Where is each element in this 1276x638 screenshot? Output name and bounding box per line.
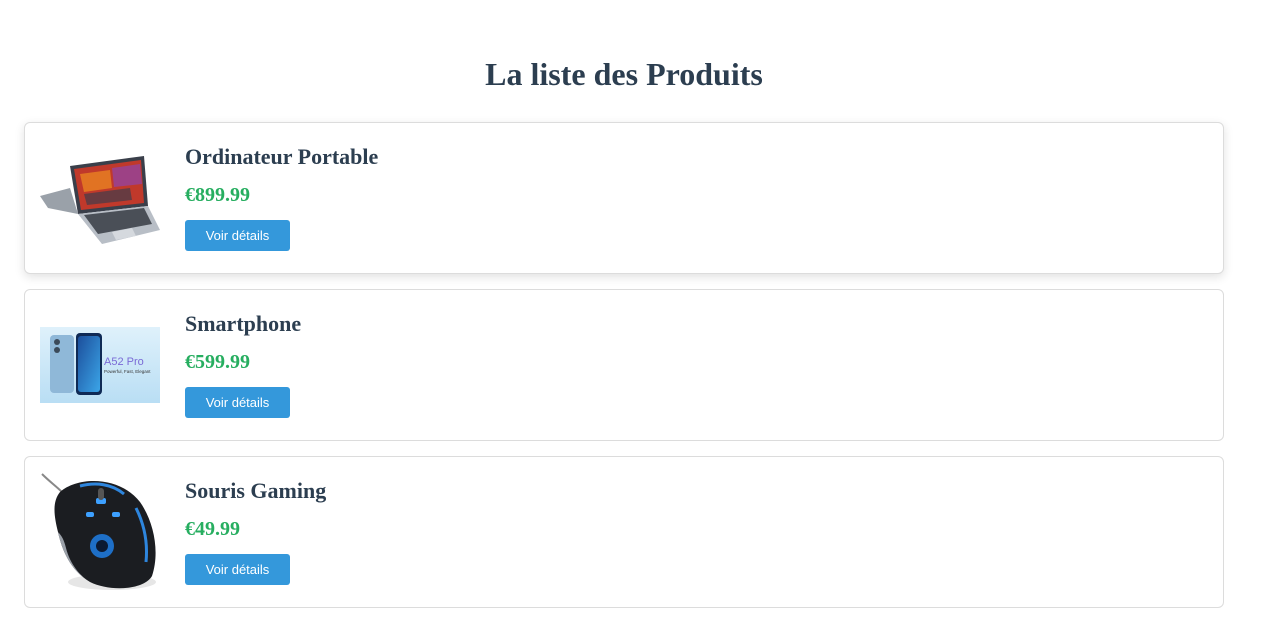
- product-name: Ordinateur Portable: [185, 144, 379, 169]
- phone-model-text: A52 Pro: [104, 356, 144, 368]
- product-price: €49.99: [185, 518, 240, 540]
- view-details-button[interactable]: Voir détails: [185, 220, 290, 251]
- product-price: €599.99: [185, 351, 250, 373]
- view-details-button[interactable]: Voir détails: [185, 554, 290, 585]
- gaming-mouse-image: [40, 472, 160, 592]
- product-card: A52 Pro Powerful, Fast, Elegant Smartpho…: [24, 289, 1224, 441]
- page-title: La liste des Produits: [485, 56, 763, 92]
- product-name: Souris Gaming: [185, 478, 327, 503]
- smartphone-image: A52 Pro Powerful, Fast, Elegant: [40, 305, 160, 425]
- view-details-button[interactable]: Voir détails: [185, 387, 290, 418]
- product-name: Smartphone: [185, 311, 302, 336]
- product-list: Ordinateur Portable €899.99 Voir détails: [24, 122, 1224, 623]
- laptop-image: [40, 138, 160, 258]
- product-card: Ordinateur Portable €899.99 Voir détails: [24, 122, 1224, 274]
- product-price: €899.99: [185, 184, 250, 206]
- phone-tagline-text: Powerful, Fast, Elegant: [104, 369, 151, 374]
- product-card: Souris Gaming €49.99 Voir détails: [24, 456, 1224, 608]
